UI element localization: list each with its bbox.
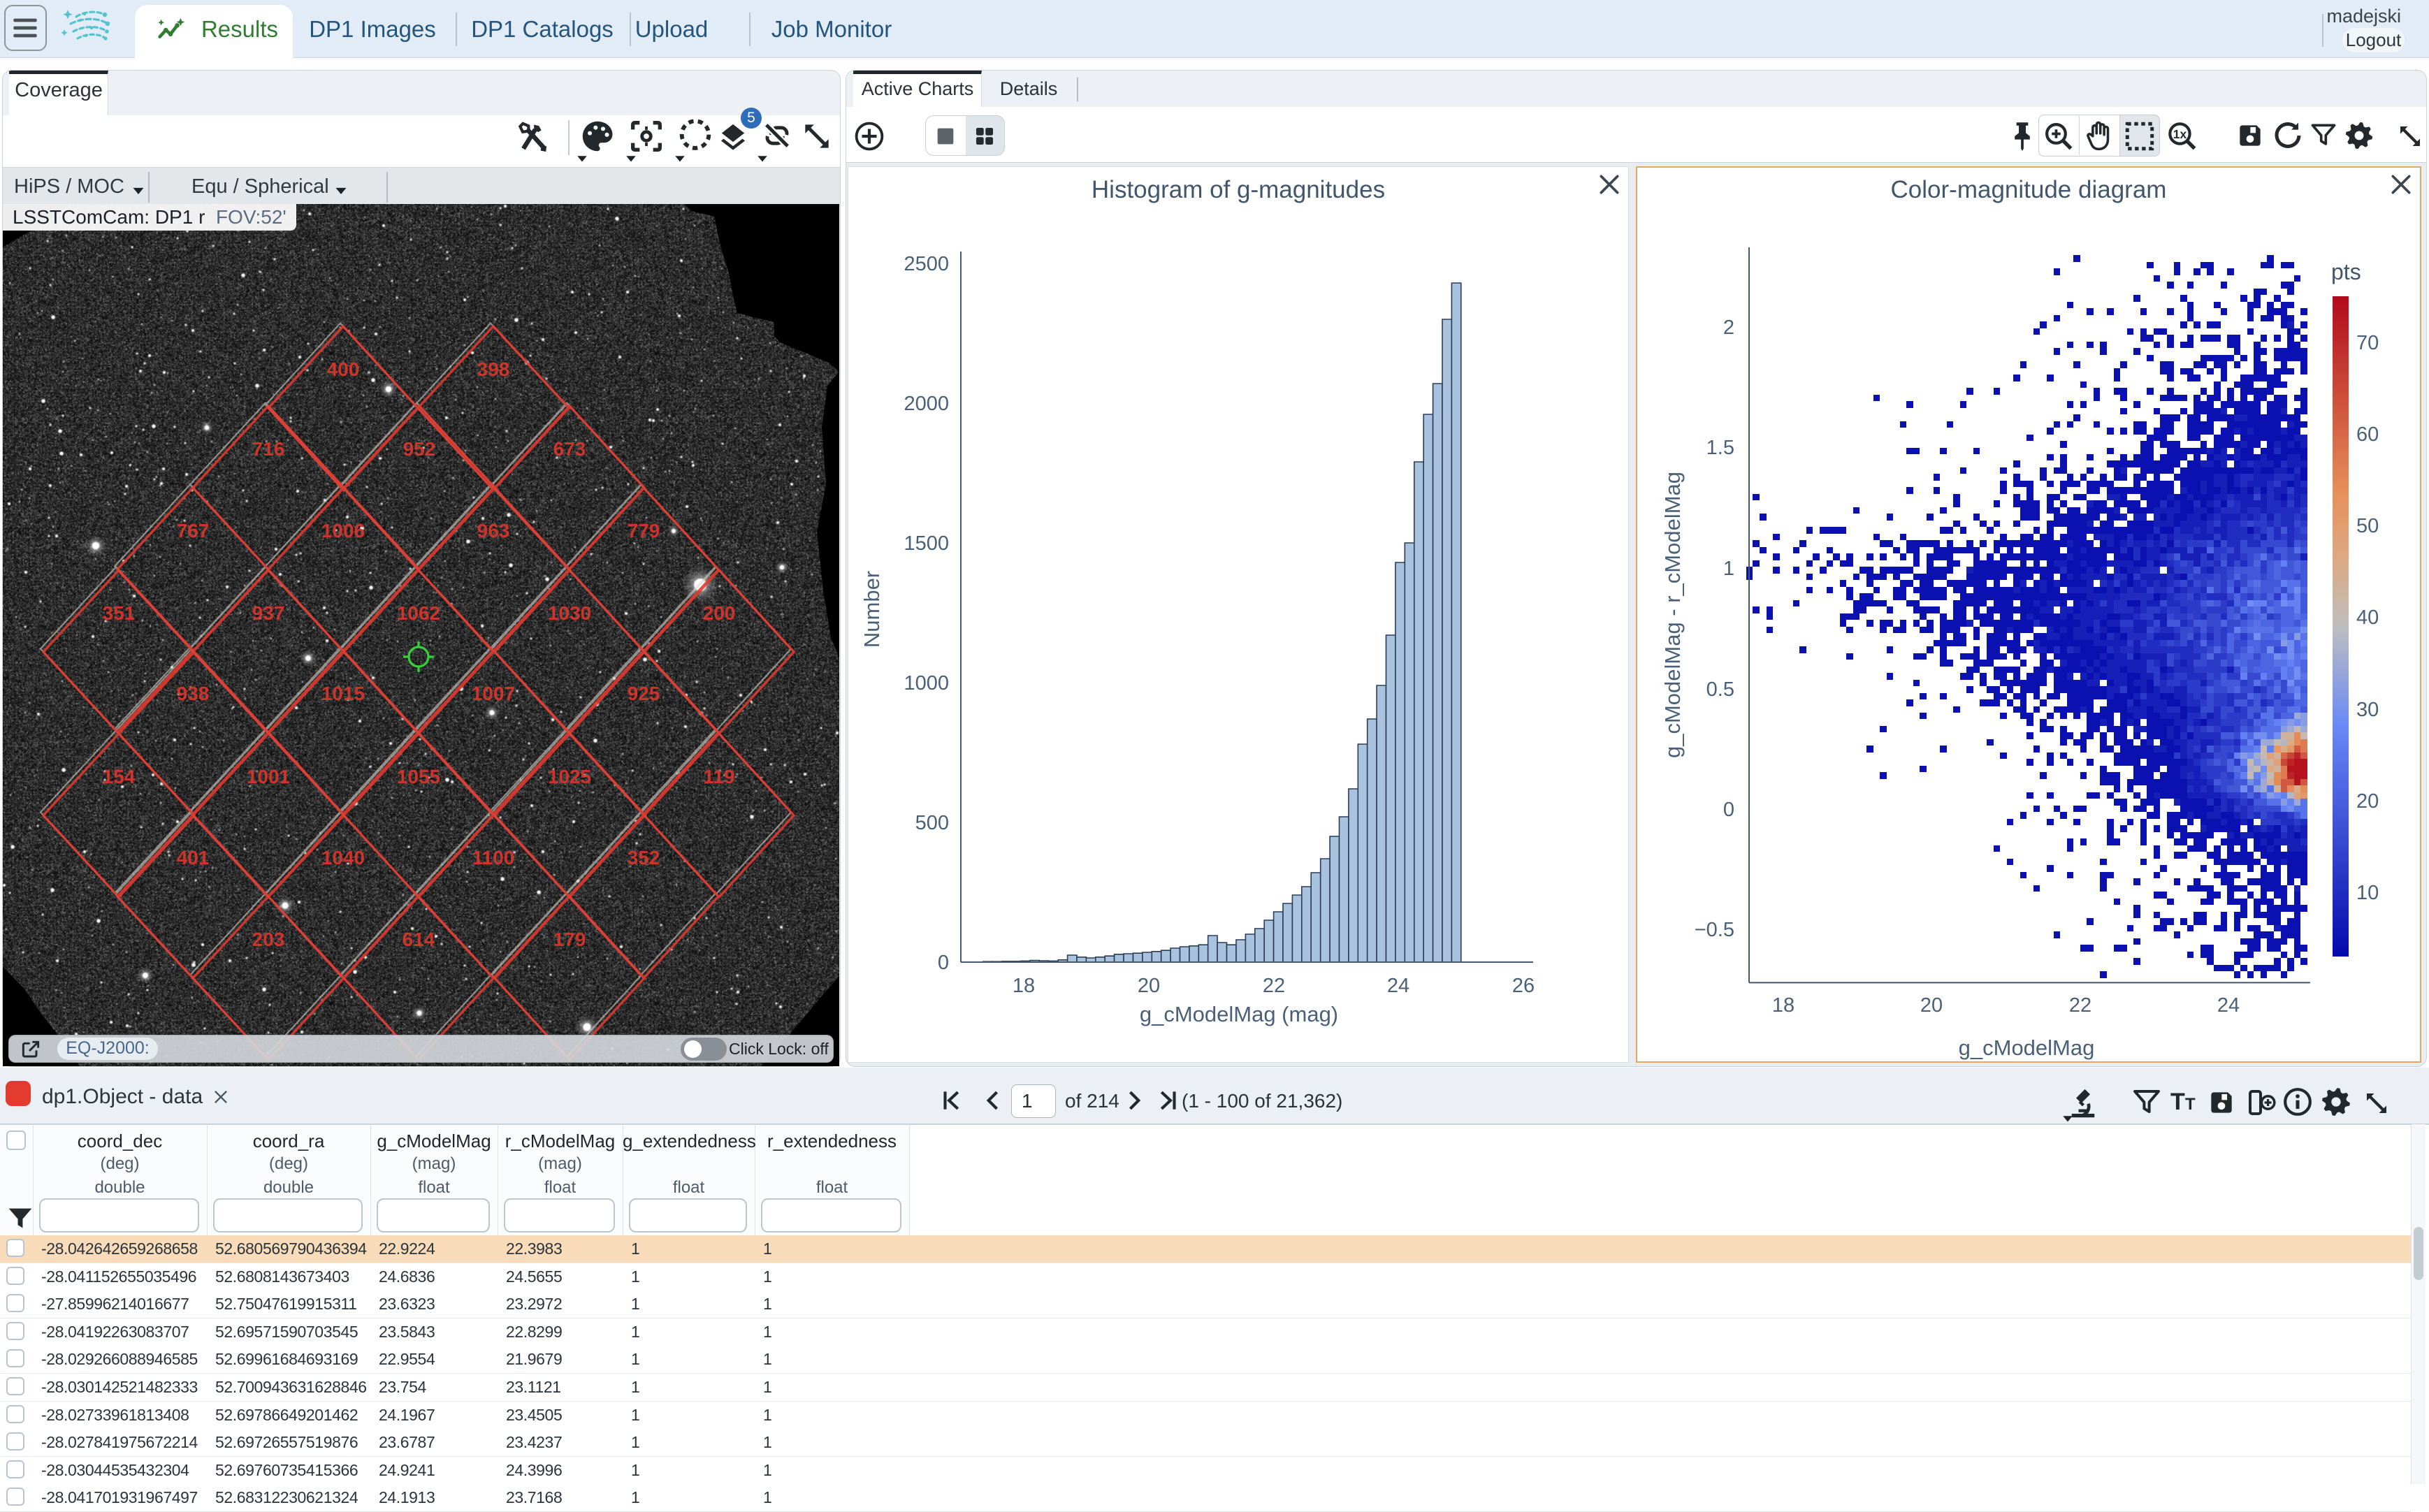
svg-text:0.5: 0.5 bbox=[1706, 678, 1734, 701]
svg-text:1000: 1000 bbox=[904, 672, 949, 695]
svg-text:1: 1 bbox=[1723, 558, 1734, 580]
svg-text:g_cModelMag: g_cModelMag bbox=[1959, 1035, 2095, 1060]
svg-text:200: 200 bbox=[703, 602, 736, 624]
svg-text:400: 400 bbox=[327, 358, 360, 380]
svg-text:26: 26 bbox=[1512, 975, 1535, 997]
svg-text:401: 401 bbox=[177, 847, 210, 868]
svg-text:70: 70 bbox=[2356, 332, 2379, 354]
svg-text:119: 119 bbox=[703, 766, 734, 787]
svg-text:673: 673 bbox=[553, 438, 586, 460]
svg-text:779: 779 bbox=[628, 520, 660, 541]
svg-text:24: 24 bbox=[1387, 975, 1409, 997]
svg-text:1006: 1006 bbox=[321, 520, 365, 541]
svg-text:20: 20 bbox=[1920, 994, 1943, 1017]
svg-text:2500: 2500 bbox=[904, 253, 949, 275]
svg-text:60: 60 bbox=[2356, 423, 2379, 446]
svg-text:pts: pts bbox=[2331, 259, 2361, 284]
svg-text:767: 767 bbox=[177, 520, 210, 541]
svg-text:1015: 1015 bbox=[321, 683, 365, 704]
svg-text:g_cModelMag (mag): g_cModelMag (mag) bbox=[1140, 1002, 1338, 1026]
svg-text:952: 952 bbox=[403, 438, 436, 460]
svg-text:T: T bbox=[2185, 1095, 2196, 1114]
svg-text:30: 30 bbox=[2356, 699, 2379, 721]
svg-text:398: 398 bbox=[477, 358, 510, 380]
svg-text:1x: 1x bbox=[2173, 127, 2187, 141]
svg-text:203: 203 bbox=[252, 929, 285, 950]
svg-text:938: 938 bbox=[177, 683, 210, 704]
svg-text:1.5: 1.5 bbox=[1706, 437, 1734, 459]
svg-text:T: T bbox=[2170, 1089, 2185, 1115]
svg-text:22: 22 bbox=[2069, 994, 2091, 1017]
svg-text:614: 614 bbox=[403, 929, 435, 950]
svg-text:10: 10 bbox=[2356, 882, 2379, 904]
svg-text:925: 925 bbox=[628, 683, 660, 704]
svg-text:0: 0 bbox=[938, 952, 949, 974]
svg-text:179: 179 bbox=[553, 929, 586, 950]
svg-text:50: 50 bbox=[2356, 515, 2379, 537]
svg-text:20: 20 bbox=[1138, 975, 1160, 997]
svg-text:351: 351 bbox=[103, 602, 136, 624]
svg-text:−0.5: −0.5 bbox=[1695, 919, 1734, 941]
svg-text:963: 963 bbox=[477, 520, 510, 541]
svg-text:716: 716 bbox=[252, 438, 285, 460]
svg-text:1025: 1025 bbox=[548, 766, 591, 787]
svg-text:352: 352 bbox=[628, 847, 660, 868]
svg-text:24: 24 bbox=[2217, 994, 2240, 1017]
svg-text:1100: 1100 bbox=[472, 847, 515, 868]
svg-text:2: 2 bbox=[1723, 317, 1734, 339]
svg-text:500: 500 bbox=[915, 812, 949, 834]
svg-text:1040: 1040 bbox=[321, 847, 365, 868]
svg-text:22: 22 bbox=[1263, 975, 1285, 997]
svg-text:154: 154 bbox=[103, 766, 136, 787]
svg-text:40: 40 bbox=[2356, 606, 2379, 629]
svg-text:2000: 2000 bbox=[904, 393, 949, 415]
svg-text:1500: 1500 bbox=[904, 532, 949, 555]
svg-text:20: 20 bbox=[2356, 790, 2379, 813]
svg-text:0: 0 bbox=[1723, 799, 1734, 821]
svg-text:18: 18 bbox=[1772, 994, 1794, 1017]
svg-text:1055: 1055 bbox=[397, 766, 440, 787]
svg-text:1062: 1062 bbox=[397, 602, 440, 624]
svg-text:Number: Number bbox=[860, 571, 884, 648]
svg-text:1030: 1030 bbox=[548, 602, 591, 624]
svg-text:g_cModelMag - r_cModelMag: g_cModelMag - r_cModelMag bbox=[1660, 472, 1685, 758]
svg-text:18: 18 bbox=[1013, 975, 1035, 997]
svg-text:937: 937 bbox=[252, 602, 285, 624]
svg-text:1007: 1007 bbox=[472, 683, 515, 704]
svg-text:1001: 1001 bbox=[247, 766, 290, 787]
